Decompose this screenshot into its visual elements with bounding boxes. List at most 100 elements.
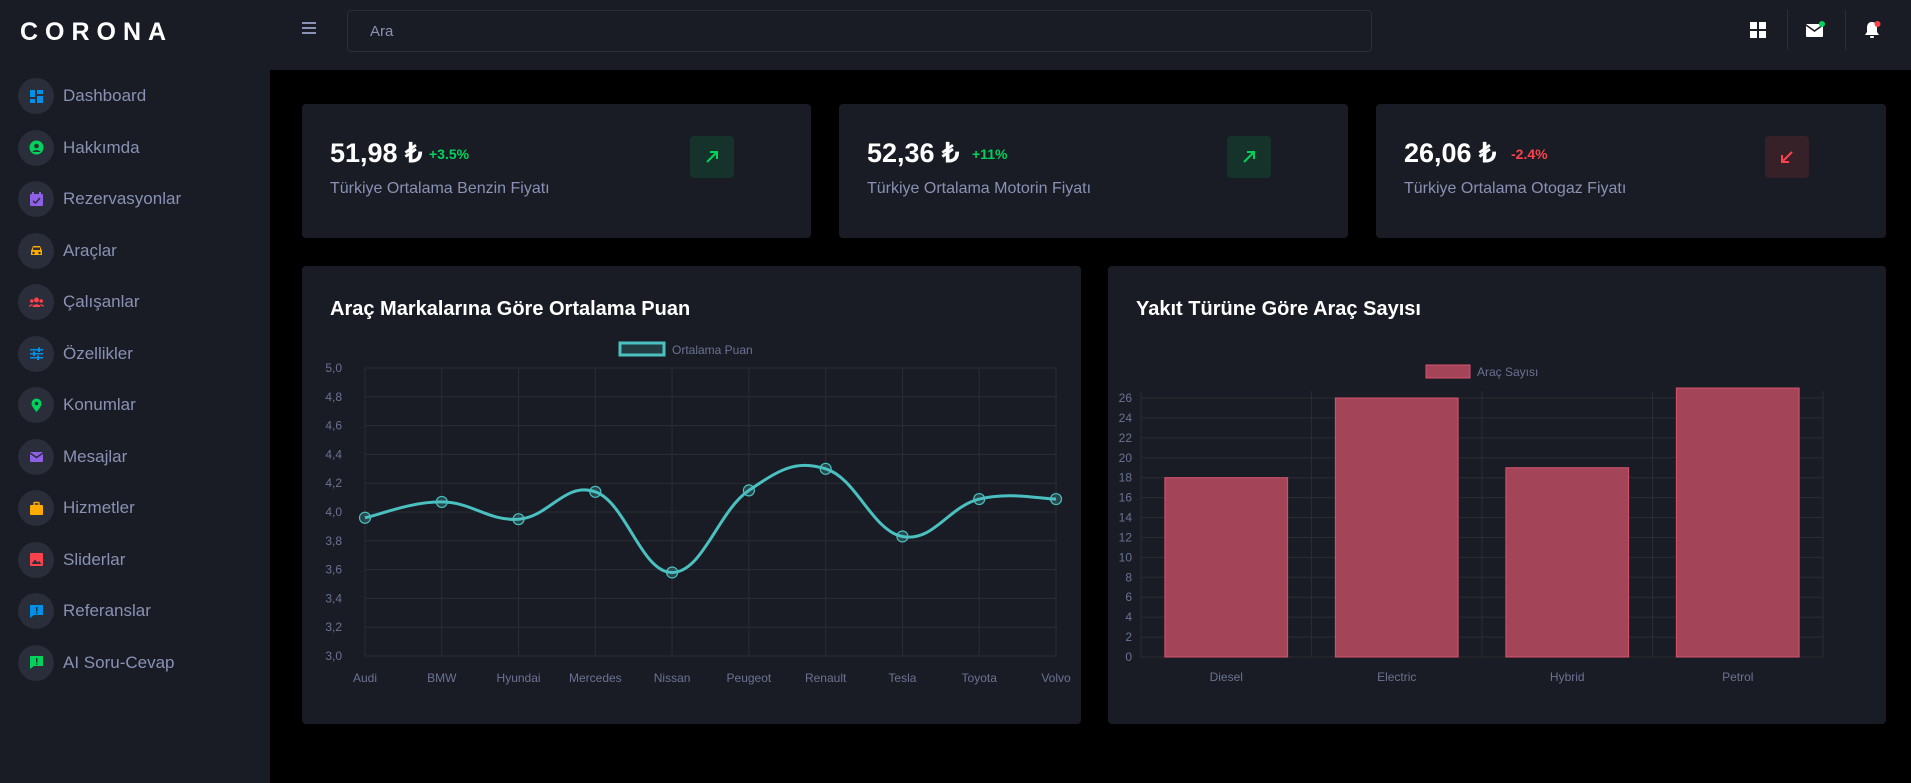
sidebar-item-dashboard[interactable]: Dashboard xyxy=(18,78,146,114)
y-tick-label: 3,2 xyxy=(325,620,342,634)
sidebar-item-referanslar[interactable]: Referanslar xyxy=(18,593,151,629)
y-tick-label: 4,8 xyxy=(325,390,342,404)
series-line xyxy=(364,463,1057,574)
x-tick-label: Toyota xyxy=(962,671,998,685)
x-tick-label: Peugeot xyxy=(727,671,772,685)
bar xyxy=(1334,397,1459,658)
y-tick-label: 5,0 xyxy=(325,361,342,375)
y-tick-label: 14 xyxy=(1119,511,1133,525)
map-pin-icon xyxy=(18,387,54,423)
sidebar-item-label: Rezervasyonlar xyxy=(63,189,182,208)
brand-logo[interactable]: CORONA xyxy=(20,18,173,47)
sidebar: CORONA Dashboard Hakkımda Rezervasyonlar Ar… xyxy=(0,0,270,783)
stat-label: Türkiye Ortalama Otogaz Fiyatı xyxy=(1404,180,1627,197)
sidebar-item-konumlar[interactable]: Konumlar xyxy=(18,387,136,423)
stat-change: +11% xyxy=(972,146,1008,162)
stat-label: Türkiye Ortalama Benzin Fiyatı xyxy=(330,180,550,197)
y-tick-label: 12 xyxy=(1119,530,1133,544)
trend-down-icon xyxy=(1765,136,1809,178)
stat-change: -2.4% xyxy=(1511,146,1548,162)
sidebar-item-label: Dashboard xyxy=(63,86,147,105)
line-chart: 3,0 3,2 3,4 3,6 3,8 4,0 4,2 4,4 4,6 4,8 5,0 Audi BMW… xyxy=(325,341,1071,685)
stat-value: 26,06 ₺ xyxy=(1404,138,1497,168)
sidebar-item-label: Hakkımda xyxy=(63,137,140,157)
stat-value: 51,98 ₺ xyxy=(330,138,423,168)
legend-swatch xyxy=(618,341,666,357)
sidebar-item-label: Mesajlar xyxy=(63,446,128,466)
people-icon xyxy=(18,284,54,320)
y-tick-label: 10 xyxy=(1119,550,1133,564)
search-input[interactable] xyxy=(347,10,1372,52)
x-tick-label: Volvo xyxy=(1041,671,1071,685)
stat-label: Türkiye Ortalama Motorin Fiyatı xyxy=(867,180,1092,197)
topbar xyxy=(270,0,1911,70)
data-point xyxy=(512,513,525,526)
car-icon xyxy=(18,232,54,269)
sidebar-item-araçlar[interactable]: Araçlar xyxy=(18,232,117,269)
sidebar-item-rezervasyonlar[interactable]: Rezervasyonlar xyxy=(18,181,181,217)
calendar-icon xyxy=(18,181,54,217)
sidebar-item-sliderlar[interactable]: Sliderlar xyxy=(18,541,125,578)
y-tick-label: 20 xyxy=(1119,451,1133,465)
x-tick-label: Nissan xyxy=(654,671,691,685)
data-point xyxy=(435,495,448,509)
bar-chart-card: Yakıt Türüne Göre Araç Sayısı 0 2 4 6 8 10 12 1… xyxy=(1108,266,1886,724)
x-tick-label: Renault xyxy=(805,671,847,685)
sidebar-item-label: Araçlar xyxy=(63,240,117,260)
trend-up-icon xyxy=(690,136,734,178)
sidebar-item-özellikler[interactable]: Özellikler xyxy=(18,335,133,372)
legend-swatch xyxy=(1425,364,1471,379)
sidebar-item-label: AI Soru-Cevap xyxy=(63,652,175,672)
y-tick-label: 4,2 xyxy=(325,476,342,490)
bell-icon[interactable] xyxy=(1858,16,1886,44)
data-point xyxy=(1049,492,1063,506)
briefcase-icon xyxy=(18,490,54,526)
legend-label: Araç Sayısı xyxy=(1477,365,1538,379)
y-tick-label: 24 xyxy=(1119,411,1133,425)
legend-label: Ortalama Puan xyxy=(672,343,753,357)
x-tick-label: Hyundai xyxy=(497,671,541,685)
y-tick-label: 4,6 xyxy=(325,419,342,433)
sidebar-item-hizmetler[interactable]: Hizmetler xyxy=(18,490,135,526)
user-circle-icon xyxy=(18,129,54,166)
y-tick-label: 0 xyxy=(1125,650,1132,664)
y-tick-label: 26 xyxy=(1119,391,1133,405)
y-tick-label: 3,4 xyxy=(325,591,342,605)
stat-card-benzin: 51,98 ₺ +3.5% Türkiye Ortalama Benzin Fi… xyxy=(302,104,811,238)
y-tick-label: 18 xyxy=(1119,471,1133,485)
sidebar-item-çalışanlar[interactable]: Çalışanlar xyxy=(18,284,140,320)
y-tick-label: 6 xyxy=(1125,590,1132,604)
data-point xyxy=(666,566,679,579)
data-point xyxy=(742,484,755,497)
sidebar-item-label: Çalışanlar xyxy=(63,292,140,311)
sidebar-item-label: Özellikler xyxy=(63,343,133,363)
sidebar-item-ai-soru-cevap[interactable]: AI Soru-Cevap xyxy=(18,644,175,681)
sidebar-item-label: Konumlar xyxy=(63,395,136,414)
comment-alert-icon xyxy=(18,593,54,629)
y-tick-label: 3,6 xyxy=(325,563,342,577)
stat-value: 52,36 ₺ xyxy=(867,138,960,168)
stat-card-otogaz: 26,06 ₺ -2.4% Türkiye Ortalama Otogaz Fi… xyxy=(1376,104,1886,238)
y-tick-label: 22 xyxy=(1119,431,1133,445)
x-tick-label: Electric xyxy=(1377,670,1416,684)
sidebar-item-hakkımda[interactable]: Hakkımda xyxy=(18,129,140,166)
dashboard-icon xyxy=(18,78,54,114)
y-tick-label: 8 xyxy=(1125,570,1132,584)
data-point xyxy=(589,485,602,498)
data-point xyxy=(358,511,372,524)
mail-icon[interactable] xyxy=(1801,16,1829,44)
image-icon xyxy=(18,541,54,578)
grid-apps-icon[interactable] xyxy=(1744,16,1772,44)
y-tick-label: 16 xyxy=(1119,491,1133,505)
x-tick-label: Petrol xyxy=(1722,670,1753,684)
y-tick-label: 3,8 xyxy=(325,534,342,548)
y-tick-label: 2 xyxy=(1125,630,1132,644)
stat-card-motorin: 52,36 ₺ +11% Türkiye Ortalama Motorin Fi… xyxy=(839,104,1348,238)
data-point xyxy=(973,492,986,506)
stat-change: +3.5% xyxy=(429,146,470,162)
sidebar-item-label: Referanslar xyxy=(63,601,151,620)
x-tick-label: Tesla xyxy=(888,671,916,685)
menu-toggle-icon[interactable] xyxy=(302,22,316,34)
x-tick-label: Mercedes xyxy=(569,671,622,685)
sidebar-item-mesajlar[interactable]: Mesajlar xyxy=(18,438,128,475)
